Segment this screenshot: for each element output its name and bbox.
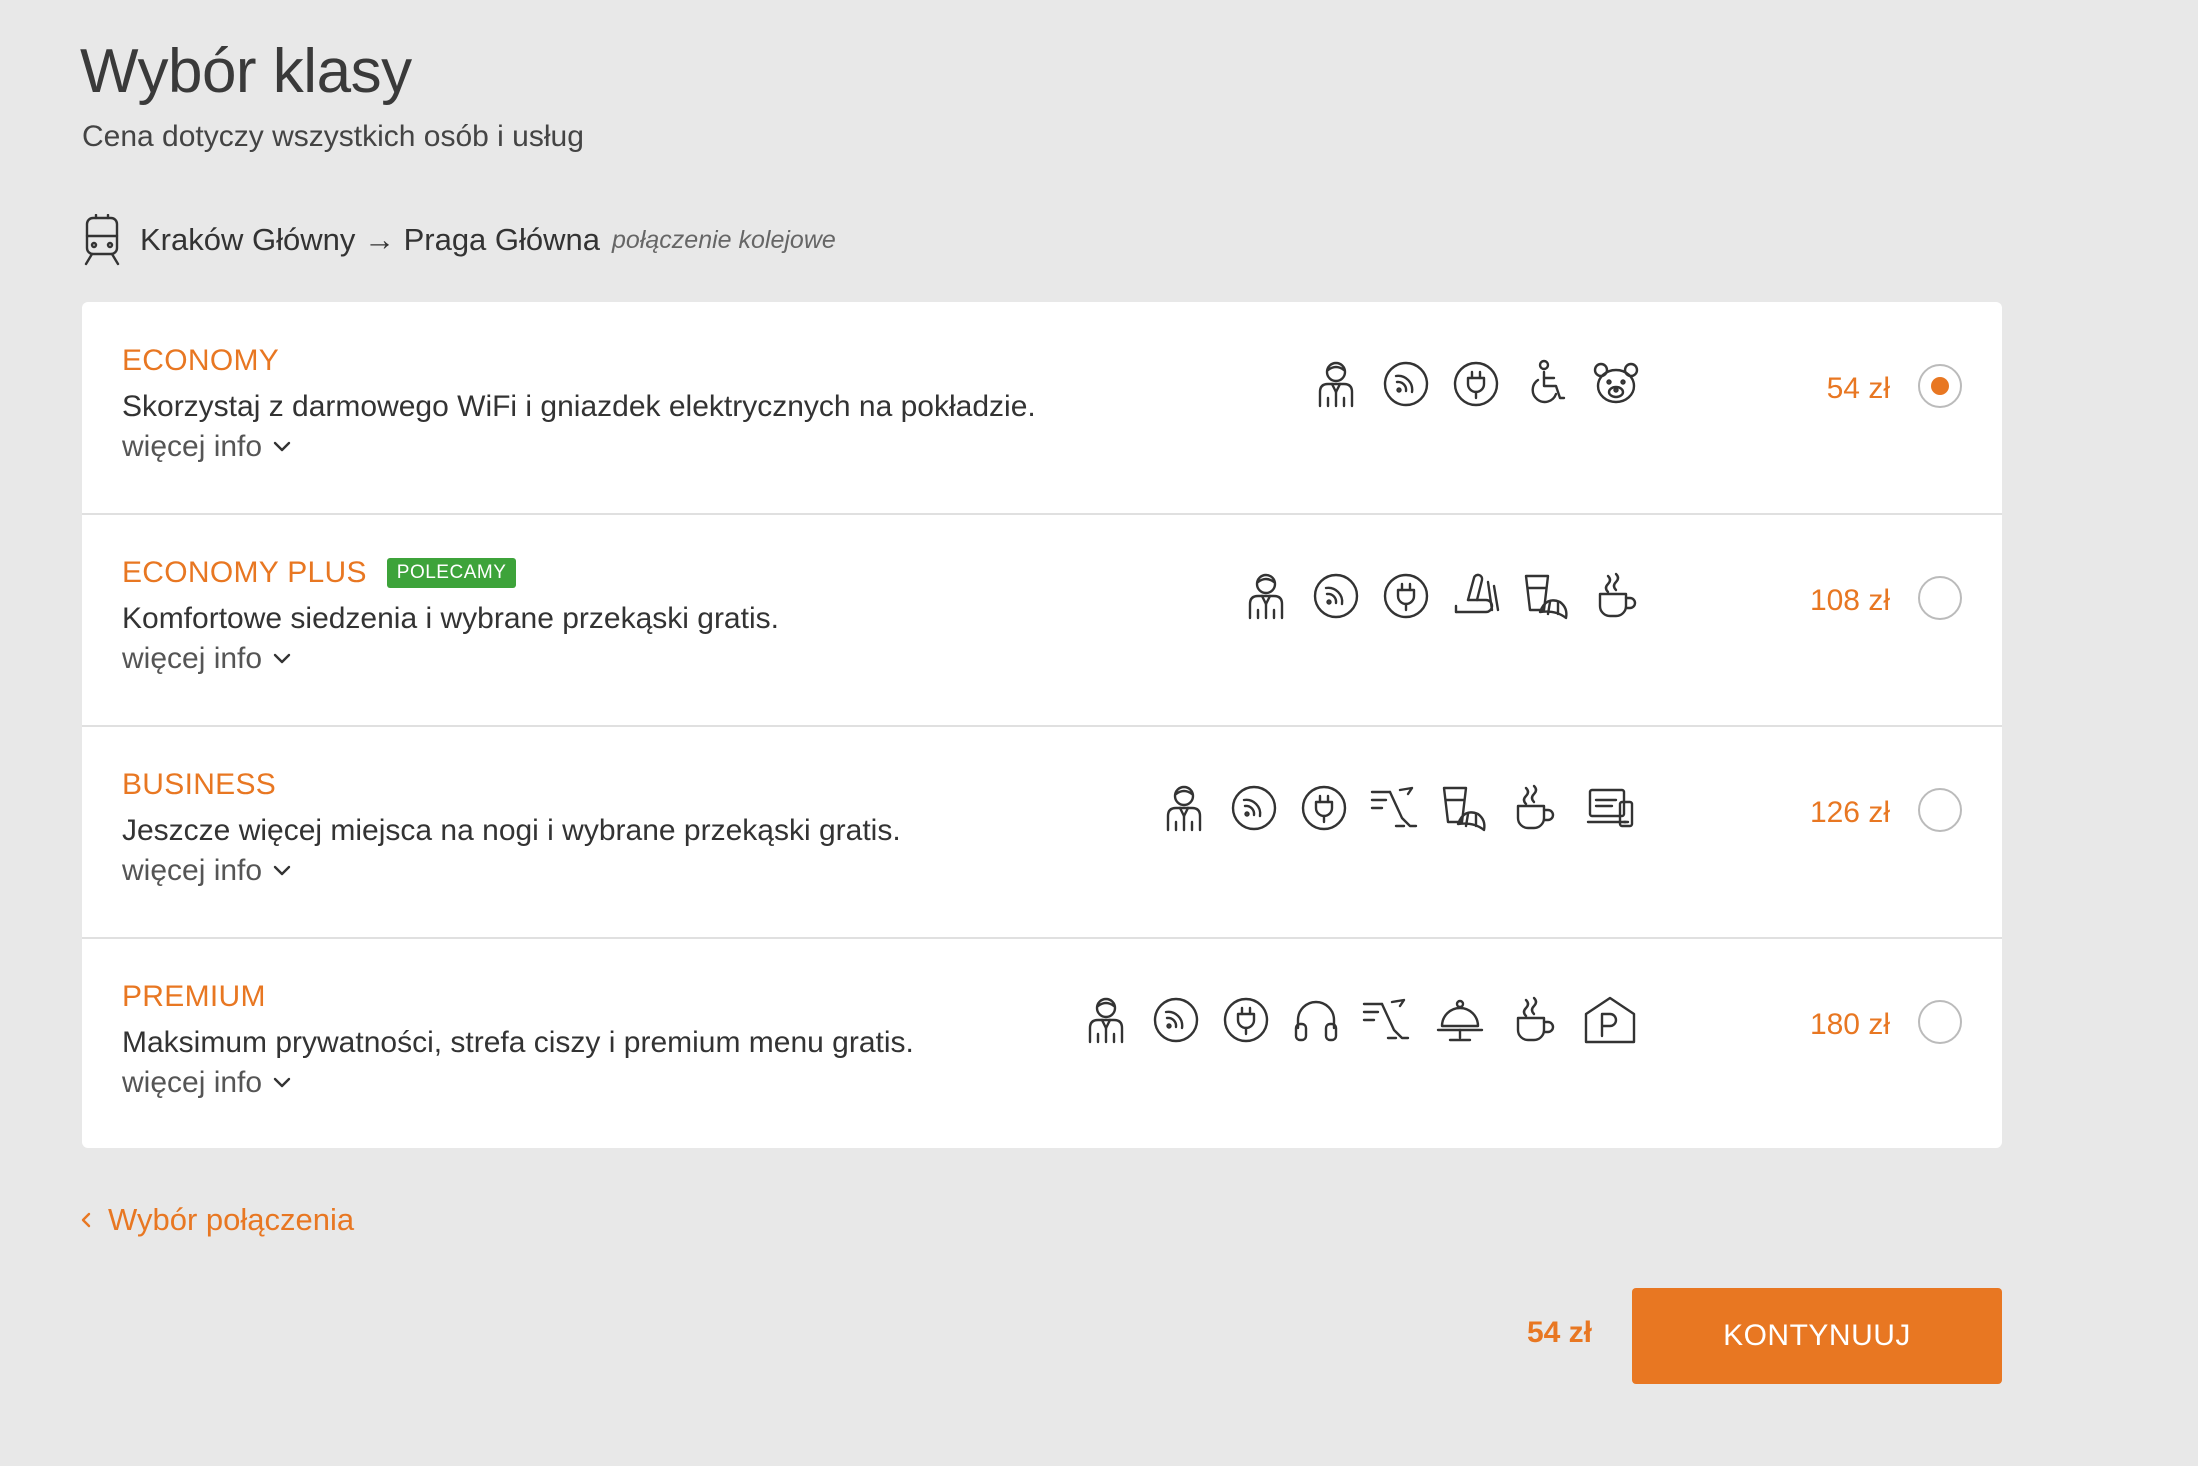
steward-icon [1088,997,1124,1044]
legroom-icon [1362,998,1410,1040]
back-link-label: Wybór połączenia [108,1202,355,1237]
train-icon [84,214,120,266]
chevron-left-icon [81,1212,91,1228]
power-outlet-icon [1301,785,1347,831]
more-info-link[interactable]: więcej info [122,1066,292,1100]
more-info-label: więcej info [122,854,263,887]
page-subtitle: Cena dotyczy wszystkich osób i usług [82,120,584,153]
class-name: ECONOMY PLUS POLECAMY [122,556,517,590]
more-info-label: więcej info [122,642,263,675]
class-radio-premium[interactable] [1918,1000,1962,1044]
class-option-economy[interactable]: ECONOMY Skorzystaj z darmowego WiFi i gn… [82,302,2002,515]
amenities [1242,570,1640,622]
wheelchair-icon [1531,359,1566,404]
meal-icon [1436,999,1484,1042]
wifi-icon [1153,997,1199,1043]
class-name: ECONOMY [122,344,280,377]
class-description: Komfortowe siedzenia i wybrane przekąski… [122,602,779,635]
more-info-link[interactable]: więcej info [122,430,292,464]
back-link[interactable]: Wybór połączenia [80,1202,354,1238]
class-radio-economy-plus[interactable] [1918,576,1962,620]
steward-icon [1166,785,1202,832]
class-option-business[interactable]: BUSINESS Jeszcze więcej miejsca na nogi … [82,726,2002,939]
class-name: PREMIUM [122,980,266,1013]
continue-button[interactable]: KONTYNUUJ [1632,1288,2002,1384]
class-price: 126 zł [1809,796,1890,829]
route-type: połączenie kolejowe [612,225,836,254]
class-price: 180 zł [1809,1008,1890,1041]
route-text: Kraków Główny → Praga Główna [140,222,601,257]
route-info: Kraków Główny → Praga Główna połączenie … [82,214,836,266]
steward-icon [1248,573,1284,620]
steward-icon [1318,361,1354,408]
chevron-down-icon [273,865,291,876]
class-radio-business[interactable] [1918,788,1962,832]
total-price: 54 zł [1526,1316,1592,1349]
class-list: ECONOMY Skorzystaj z darmowego WiFi i gn… [82,302,2002,1148]
more-info-label: więcej info [122,1066,263,1099]
power-outlet-icon [1383,573,1429,619]
page-title: Wybór klasy [80,37,412,106]
more-info-link[interactable]: więcej info [122,642,292,676]
class-description: Skorzystaj z darmowego WiFi i gniazdek e… [122,390,1036,423]
chevron-down-icon [273,1077,291,1088]
power-outlet-icon [1453,361,1499,407]
recommended-badge: POLECAMY [386,558,517,588]
amenities [1082,994,1640,1046]
class-price: 108 zł [1809,584,1890,617]
more-info-label: więcej info [122,430,263,463]
headphones-icon [1294,1000,1338,1042]
power-outlet-icon [1223,997,1269,1043]
more-info-link[interactable]: więcej info [122,854,292,888]
class-price: 54 zł [1826,372,1890,405]
class-name-text: ECONOMY PLUS [122,556,367,589]
class-name: BUSINESS [122,768,277,801]
entertainment-icon [1586,788,1634,828]
wifi-icon [1231,785,1277,831]
class-option-premium[interactable]: PREMIUM Maksimum prywatności, strefa cis… [82,938,2002,1149]
class-description: Jeszcze więcej miejsca na nogi i wybrane… [122,814,901,847]
amenities [1312,358,1640,410]
teddy-bear-icon [1593,362,1639,404]
snack-icon [1442,786,1486,832]
chevron-down-icon [273,441,291,452]
wifi-icon [1313,573,1359,619]
reclining-seat-icon [1454,573,1500,614]
class-radio-economy[interactable] [1918,364,1962,408]
snack-icon [1524,574,1568,620]
coffee-icon [1598,572,1637,618]
class-description: Maksimum prywatności, strefa ciszy i pre… [122,1026,914,1059]
amenities [1160,782,1640,834]
coffee-icon [1516,996,1555,1042]
chevron-down-icon [273,653,291,664]
wifi-icon [1383,361,1429,407]
class-option-economy-plus[interactable]: ECONOMY PLUS POLECAMY Komfortowe siedzeni… [82,514,2002,727]
legroom-icon [1370,786,1418,828]
radio-selected-dot [1931,377,1949,395]
parking-icon [1584,996,1636,1044]
coffee-icon [1516,784,1555,830]
